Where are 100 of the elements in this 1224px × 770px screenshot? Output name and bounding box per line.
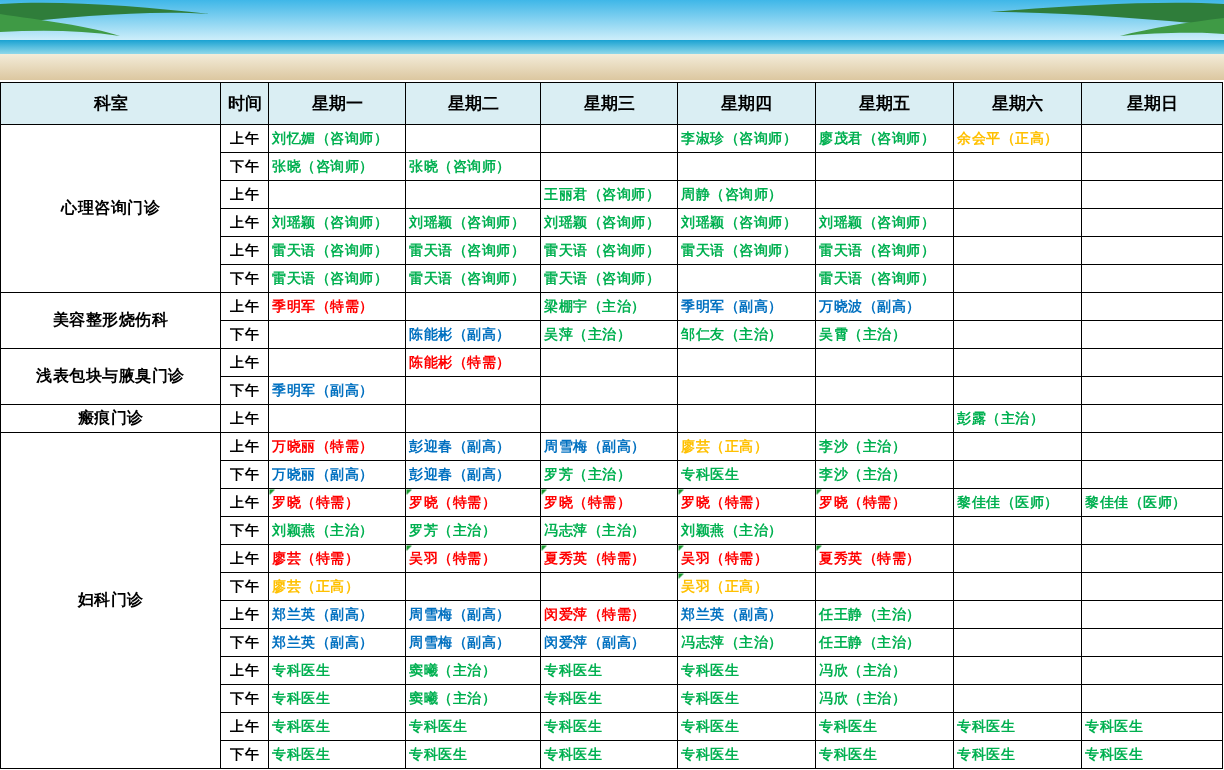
doctor-cell: 黎佳佳（医师） [953, 488, 1082, 517]
time-cell: 上午 [220, 124, 269, 153]
doctor-cell: 李沙（主治） [815, 460, 954, 489]
column-header: 星期四 [677, 82, 816, 125]
doctor-cell: 季明军（副高） [677, 292, 816, 321]
doctor-cell: 廖芸（特需） [268, 544, 406, 573]
time-cell: 下午 [220, 740, 269, 769]
doctor-cell: 闵爱萍（副高） [540, 628, 678, 657]
doctor-cell: 余会平（正高） [953, 124, 1082, 153]
doctor-cell: 专科医生 [540, 656, 678, 685]
doctor-cell: 季明军（特需） [268, 292, 406, 321]
doctor-cell: 王丽君（咨询师） [540, 180, 678, 209]
doctor-cell: 黎佳佳（医师） [1081, 488, 1223, 517]
column-header: 星期日 [1081, 82, 1223, 125]
department-name: 心理咨询门诊 [0, 124, 221, 293]
doctor-cell: 彭迎春（副高） [405, 432, 541, 461]
doctor-cell: 吴霄（主治） [815, 320, 954, 349]
department-name: 瘢痕门诊 [0, 404, 221, 433]
doctor-cell: 张晓（咨询师） [405, 152, 541, 181]
doctor-cell: 雷天语（咨询师） [268, 264, 406, 293]
time-cell: 上午 [220, 236, 269, 265]
doctor-cell: 专科医生 [815, 712, 954, 741]
doctor-cell: 刘忆媚（咨询师） [268, 124, 406, 153]
doctor-cell: 周雪梅（副高） [405, 600, 541, 629]
doctor-cell: 吴羽（正高） [677, 572, 816, 601]
doctor-cell: 雷天语（咨询师） [540, 264, 678, 293]
time-cell: 上午 [220, 544, 269, 573]
doctor-cell: 罗晓（特需） [540, 488, 678, 517]
doctor-cell: 雷天语（咨询师） [540, 236, 678, 265]
doctor-cell: 刘瑶颖（咨询师） [268, 208, 406, 237]
department-name: 浅表包块与腋臭门诊 [0, 348, 221, 405]
time-cell: 上午 [220, 404, 269, 433]
doctor-cell: 周雪梅（副高） [540, 432, 678, 461]
doctor-cell: 万晓丽（特需） [268, 432, 406, 461]
doctor-cell: 雷天语（咨询师） [815, 264, 954, 293]
column-header: 时间 [220, 82, 269, 125]
time-cell: 上午 [220, 208, 269, 237]
doctor-cell: 刘颖燕（主治） [677, 516, 816, 545]
doctor-cell: 雷天语（咨询师） [405, 236, 541, 265]
time-cell: 下午 [220, 572, 269, 601]
doctor-cell: 专科医生 [953, 712, 1082, 741]
doctor-cell: 夏秀英（特需） [540, 544, 678, 573]
doctor-cell: 专科医生 [1081, 740, 1223, 769]
doctor-cell: 窦曦（主治） [405, 656, 541, 685]
time-cell: 下午 [220, 684, 269, 713]
doctor-cell: 冯志萍（主治） [677, 628, 816, 657]
time-cell: 下午 [220, 376, 269, 405]
doctor-cell: 闵爱萍（特需） [540, 600, 678, 629]
doctor-cell: 周雪梅（副高） [405, 628, 541, 657]
doctor-cell: 梁棚宇（主治） [540, 292, 678, 321]
doctor-cell: 专科医生 [677, 656, 816, 685]
doctor-cell: 专科医生 [677, 460, 816, 489]
time-cell: 下午 [220, 628, 269, 657]
department-name: 美容整形烧伤科 [0, 292, 221, 349]
doctor-cell: 专科医生 [540, 740, 678, 769]
time-cell: 上午 [220, 656, 269, 685]
doctor-cell: 专科医生 [268, 656, 406, 685]
time-cell: 下午 [220, 516, 269, 545]
time-cell: 上午 [220, 432, 269, 461]
doctor-cell: 雷天语（咨询师） [405, 264, 541, 293]
doctor-cell: 罗晓（特需） [677, 488, 816, 517]
column-header: 科室 [0, 82, 221, 125]
doctor-cell: 任王静（主治） [815, 628, 954, 657]
doctor-cell: 专科医生 [677, 740, 816, 769]
doctor-cell: 专科医生 [677, 684, 816, 713]
doctor-cell: 罗晓（特需） [815, 488, 954, 517]
doctor-cell: 冯志萍（主治） [540, 516, 678, 545]
doctor-cell: 罗晓（特需） [405, 488, 541, 517]
doctor-cell: 专科医生 [953, 740, 1082, 769]
doctor-cell: 吴羽（特需） [677, 544, 816, 573]
doctor-cell: 万晓波（副高） [815, 292, 954, 321]
doctor-cell: 李沙（主治） [815, 432, 954, 461]
doctor-cell: 廖芸（正高） [677, 432, 816, 461]
doctor-cell: 廖芸（正高） [268, 572, 406, 601]
column-header: 星期二 [405, 82, 541, 125]
doctor-cell: 郑兰英（副高） [677, 600, 816, 629]
doctor-cell: 陈能彬（副高） [405, 320, 541, 349]
doctor-cell: 专科医生 [540, 712, 678, 741]
doctor-cell: 刘瑶颖（咨询师） [405, 208, 541, 237]
time-cell: 上午 [220, 292, 269, 321]
doctor-cell: 专科医生 [268, 712, 406, 741]
doctor-cell: 罗芳（主治） [405, 516, 541, 545]
time-cell: 下午 [220, 264, 269, 293]
doctor-cell: 罗晓（特需） [268, 488, 406, 517]
doctor-cell: 季明军（副高） [268, 376, 406, 405]
doctor-cell: 罗芳（主治） [540, 460, 678, 489]
department-name: 妇科门诊 [0, 432, 221, 769]
time-cell: 上午 [220, 180, 269, 209]
column-header: 星期五 [815, 82, 954, 125]
doctor-cell: 邹仁友（主治） [677, 320, 816, 349]
time-cell: 上午 [220, 712, 269, 741]
column-header: 星期三 [540, 82, 678, 125]
doctor-cell: 专科医生 [405, 712, 541, 741]
doctor-cell: 雷天语（咨询师） [268, 236, 406, 265]
doctor-cell: 万晓丽（副高） [268, 460, 406, 489]
time-cell: 上午 [220, 600, 269, 629]
doctor-cell: 冯欣（主治） [815, 684, 954, 713]
doctor-cell: 专科医生 [815, 740, 954, 769]
doctor-cell: 彭露（主治） [953, 404, 1082, 433]
doctor-cell: 张晓（咨询师） [268, 152, 406, 181]
